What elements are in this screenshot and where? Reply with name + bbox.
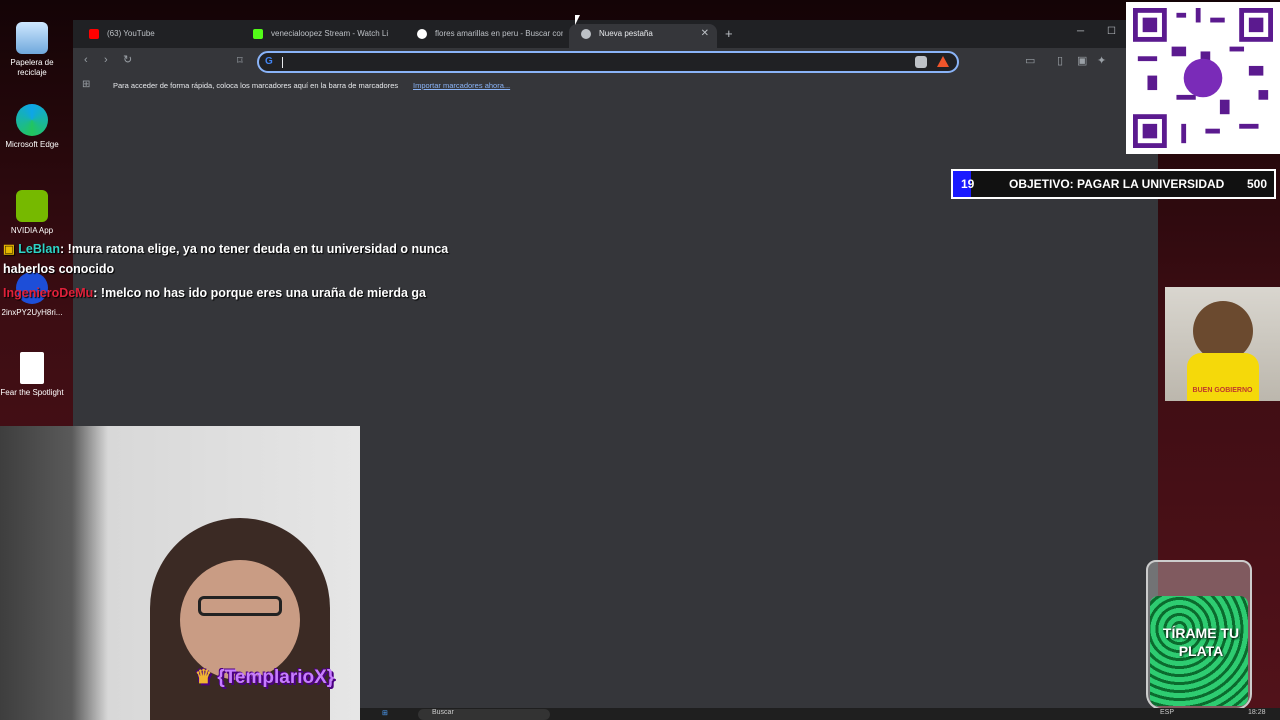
desktop-icon-edge[interactable]: Microsoft Edge [0, 104, 64, 150]
tab-label: Nueva pestaña [599, 29, 653, 38]
windows-start-icon[interactable]: ⊞ [382, 709, 388, 717]
nvidia-icon [16, 190, 48, 222]
kick-icon [253, 29, 263, 39]
streamer-face [180, 560, 300, 680]
reload-icon[interactable]: ↻ [123, 53, 132, 66]
qr-code-icon [1133, 8, 1273, 148]
taskbar: ⊞ Buscar ESP 18:28 [360, 708, 1280, 720]
recycle-bin-icon [16, 22, 48, 54]
text-caret [282, 57, 283, 68]
desktop-icon-label: Fear the Spotlight [0, 388, 64, 397]
desktop-icon-label: 2inxPY2UyH8ri... [1, 308, 63, 317]
tab-google-search[interactable]: flores amarillas en peru - Buscar con [405, 24, 563, 48]
crown-icon: ♛ [195, 667, 213, 688]
desktop-icon-nvidia[interactable]: NVIDIA App [0, 190, 64, 236]
edge-icon [16, 104, 48, 136]
minimize-icon[interactable]: ─ [1077, 26, 1084, 37]
tip-jar: TÍRAME TU PLATA [1146, 560, 1252, 710]
browser-toolbar: ‹ › ↻ ⌑ G ▭ ▯ ▣ ✦ [73, 48, 1158, 76]
document-icon [20, 352, 44, 384]
back-icon[interactable]: ‹ [84, 54, 88, 66]
import-bookmarks-link[interactable]: Importar marcadores ahora... [413, 81, 510, 90]
language-indicator[interactable]: ESP [1160, 709, 1174, 716]
tab-search-icon[interactable]: ▭ [1025, 54, 1035, 67]
wallet-icon[interactable]: ▣ [1077, 54, 1087, 67]
chat-text: : !melco no has ido porque eres una urañ… [93, 286, 427, 300]
tab-label: flores amarillas en peru - Buscar con [435, 29, 563, 38]
tab-kick-stream[interactable]: venecialoopez Stream - Watch Li [241, 24, 399, 48]
google-icon [417, 29, 427, 39]
youtube-icon [89, 29, 99, 39]
bookmarks-hint: Para acceder de forma rápida, coloca los… [113, 81, 399, 90]
brave-icon [581, 29, 591, 39]
sidebar-icon[interactable]: ▯ [1057, 54, 1063, 67]
tab-label: venecialoopez Stream - Watch Li [271, 29, 389, 38]
glasses-icon [198, 596, 282, 616]
badge-icon: ▣ [3, 242, 19, 256]
tab-label: (63) YouTube [107, 29, 155, 38]
google-search-icon: G [265, 56, 273, 67]
desktop-icon-label: Papelera de reciclaje [10, 58, 54, 77]
desktop-icon-fear-the-spotlight[interactable]: Fear the Spotlight [0, 352, 64, 398]
clock[interactable]: 18:28 [1248, 709, 1266, 716]
bookmark-icon[interactable]: ⌑ [237, 54, 243, 67]
close-tab-icon[interactable]: ✕ [701, 24, 709, 44]
goal-current-amount: 19 [961, 177, 975, 191]
new-tab-button[interactable]: + [725, 26, 733, 41]
mouse-cursor-icon [575, 15, 580, 25]
goal-target-amount: 500 [1246, 177, 1267, 191]
chat-text: : !mura ratona elige, ya no tener deuda … [3, 242, 449, 276]
yape-qr-code [1126, 2, 1280, 154]
tab-youtube[interactable]: (63) YouTube [77, 24, 235, 48]
tab-strip: (63) YouTube venecialoopez Stream - Watc… [73, 20, 1158, 48]
maximize-icon[interactable]: ☐ [1107, 26, 1116, 37]
brave-rewards-icon[interactable] [937, 56, 949, 67]
address-bar[interactable]: G [257, 51, 959, 73]
desktop-icon-recycle-bin[interactable]: Papelera de reciclaje [0, 22, 64, 78]
goal-title: OBJETIVO: PAGAR LA UNIVERSIDAD [1009, 177, 1225, 191]
dog-head [1193, 301, 1253, 361]
brave-shields-icon[interactable] [915, 56, 927, 68]
taskbar-search[interactable]: Buscar [418, 709, 550, 720]
dog-caption: BUEN GOBIERNO [1192, 387, 1253, 394]
chat-username: IngenieroDeMu [3, 286, 94, 300]
dog-thumbs-up-image: BUEN GOBIERNO [1165, 287, 1280, 401]
chat-message: IngenieroDeMu: !melco no has ido porque … [3, 283, 483, 303]
chat-message: ▣ LeBlan: !mura ratona elige, ya no tene… [3, 239, 483, 279]
donation-goal-bar: 19 OBJETIVO: PAGAR LA UNIVERSIDAD 500 [951, 169, 1276, 199]
bookmarks-bar: ⊞ Para acceder de forma rápida, coloca l… [73, 76, 1158, 94]
desktop-icon-label: Microsoft Edge [5, 140, 59, 149]
chat-username: LeBlan [18, 242, 60, 256]
address-input[interactable] [285, 54, 885, 71]
tab-new-tab[interactable]: Nueva pestaña ✕ [569, 24, 717, 48]
desktop-icon-label: NVIDIA App [10, 226, 54, 235]
subscriber-name-label: ♛ {TemplarioX} [195, 667, 335, 688]
forward-icon[interactable]: › [104, 54, 108, 66]
apps-grid-icon[interactable]: ⊞ [82, 79, 90, 90]
leo-ai-icon[interactable]: ✦ [1097, 54, 1106, 67]
jar-label: TÍRAME TU PLATA [1162, 625, 1240, 659]
